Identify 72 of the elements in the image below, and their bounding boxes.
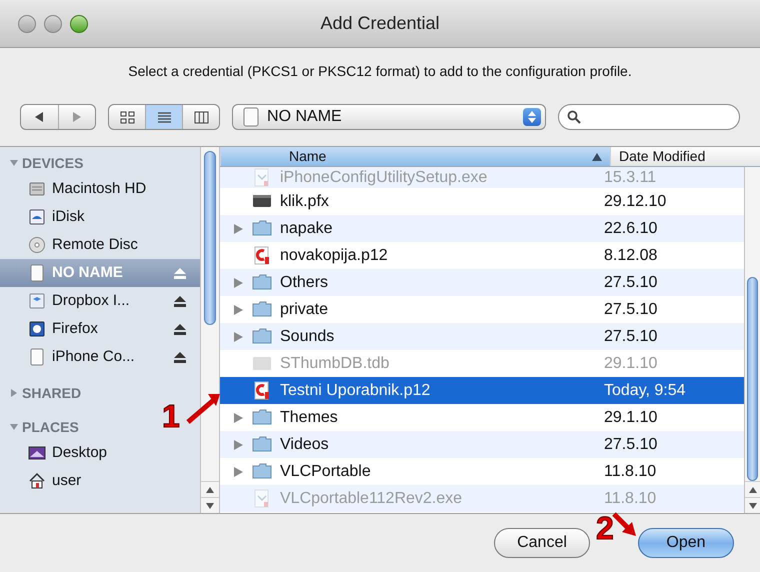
- sidebar-item[interactable]: Firefox: [0, 315, 200, 343]
- column-header[interactable]: Date Modified: [610, 147, 760, 166]
- close-button[interactable]: [18, 14, 36, 32]
- disclosure-triangle-icon[interactable]: [234, 440, 243, 450]
- disc-icon: [28, 236, 46, 254]
- annotation-number: 1: [162, 400, 180, 432]
- disclosure-triangle-icon[interactable]: [234, 332, 243, 342]
- icon-view-icon: [120, 110, 135, 124]
- file-row[interactable]: Sounds 27.5.10: [220, 323, 744, 350]
- sidebar-item[interactable]: iDisk: [0, 203, 200, 231]
- annotation-number: 2: [596, 512, 614, 544]
- search-icon: [566, 110, 581, 124]
- disclosure-triangle-icon: [10, 423, 18, 431]
- drive-icon: [243, 107, 260, 127]
- instruction-text: Select a credential (PKCS1 or PKSC12 format) to add to the configuration profile.: [128, 62, 632, 81]
- box-icon: [28, 292, 46, 310]
- location-popup[interactable]: NO NAME: [232, 104, 546, 130]
- folder-icon: [252, 273, 272, 292]
- house-icon: [28, 472, 46, 490]
- sidebar-item[interactable]: Dropbox I...: [0, 287, 200, 315]
- sidebar-item[interactable]: user: [0, 467, 200, 495]
- eject-icon[interactable]: [174, 324, 186, 334]
- disclosure-triangle-icon[interactable]: [234, 224, 243, 234]
- file-row[interactable]: Others 27.5.10: [220, 269, 744, 296]
- desktop-icon: [28, 444, 46, 462]
- open-button[interactable]: Open: [638, 528, 734, 558]
- certificate-icon: [252, 246, 272, 265]
- folder-icon: [252, 462, 272, 481]
- disclosure-triangle-icon[interactable]: [234, 278, 243, 288]
- view-mode-button[interactable]: [146, 105, 184, 129]
- file-icon: [252, 354, 272, 373]
- column-view-icon: [194, 110, 209, 124]
- certificate-icon: [252, 381, 272, 400]
- file-row[interactable]: napake 22.6.10: [220, 215, 744, 242]
- sidebar-item[interactable]: Remote Disc: [0, 231, 200, 259]
- globe-icon: [28, 320, 46, 338]
- annotation-arrow: [186, 394, 220, 424]
- annotation-arrow: [612, 512, 636, 536]
- disclosure-triangle-icon: [10, 389, 18, 397]
- eject-icon[interactable]: [174, 352, 186, 362]
- scrollbar-thumb[interactable]: [204, 151, 216, 325]
- column-header[interactable]: Name: [220, 147, 610, 166]
- hard-drive-icon: [28, 180, 46, 198]
- cancel-button[interactable]: Cancel: [494, 528, 590, 558]
- minimize-button[interactable]: [44, 14, 62, 32]
- disclosure-triangle-icon: [10, 159, 18, 167]
- folder-icon: [252, 408, 272, 427]
- sidebar-item[interactable]: Macintosh HD: [0, 175, 200, 203]
- drive-icon: [28, 264, 46, 282]
- zoom-button[interactable]: [70, 14, 88, 32]
- search-field[interactable]: [558, 104, 740, 130]
- disclosure-triangle-icon[interactable]: [234, 304, 243, 314]
- forward-icon: [72, 112, 82, 122]
- folder-icon: [252, 327, 272, 346]
- drive-icon: [28, 348, 46, 366]
- folder-icon: [252, 300, 272, 319]
- file-row[interactable]: Testni Uporabnik.p12 Today, 9:54: [220, 377, 744, 404]
- folder-icon: [252, 435, 272, 454]
- sidebar-item[interactable]: Desktop: [0, 439, 200, 467]
- back-icon: [34, 112, 44, 122]
- disclosure-triangle-icon[interactable]: [234, 466, 243, 476]
- sort-ascending-icon: [592, 152, 602, 160]
- sidebar-item[interactable]: iPhone Co...: [0, 343, 200, 371]
- disclosure-triangle-icon[interactable]: [234, 412, 243, 422]
- list-view-icon: [156, 110, 172, 124]
- file-row[interactable]: Videos 27.5.10: [220, 431, 744, 458]
- eject-icon[interactable]: [174, 296, 186, 306]
- popup-arrows-icon: [522, 108, 541, 126]
- folder-icon: [252, 219, 272, 238]
- scrollbar-thumb[interactable]: [747, 277, 758, 481]
- location-value: NO NAME: [267, 107, 343, 127]
- window-title: Add Credential: [320, 12, 440, 35]
